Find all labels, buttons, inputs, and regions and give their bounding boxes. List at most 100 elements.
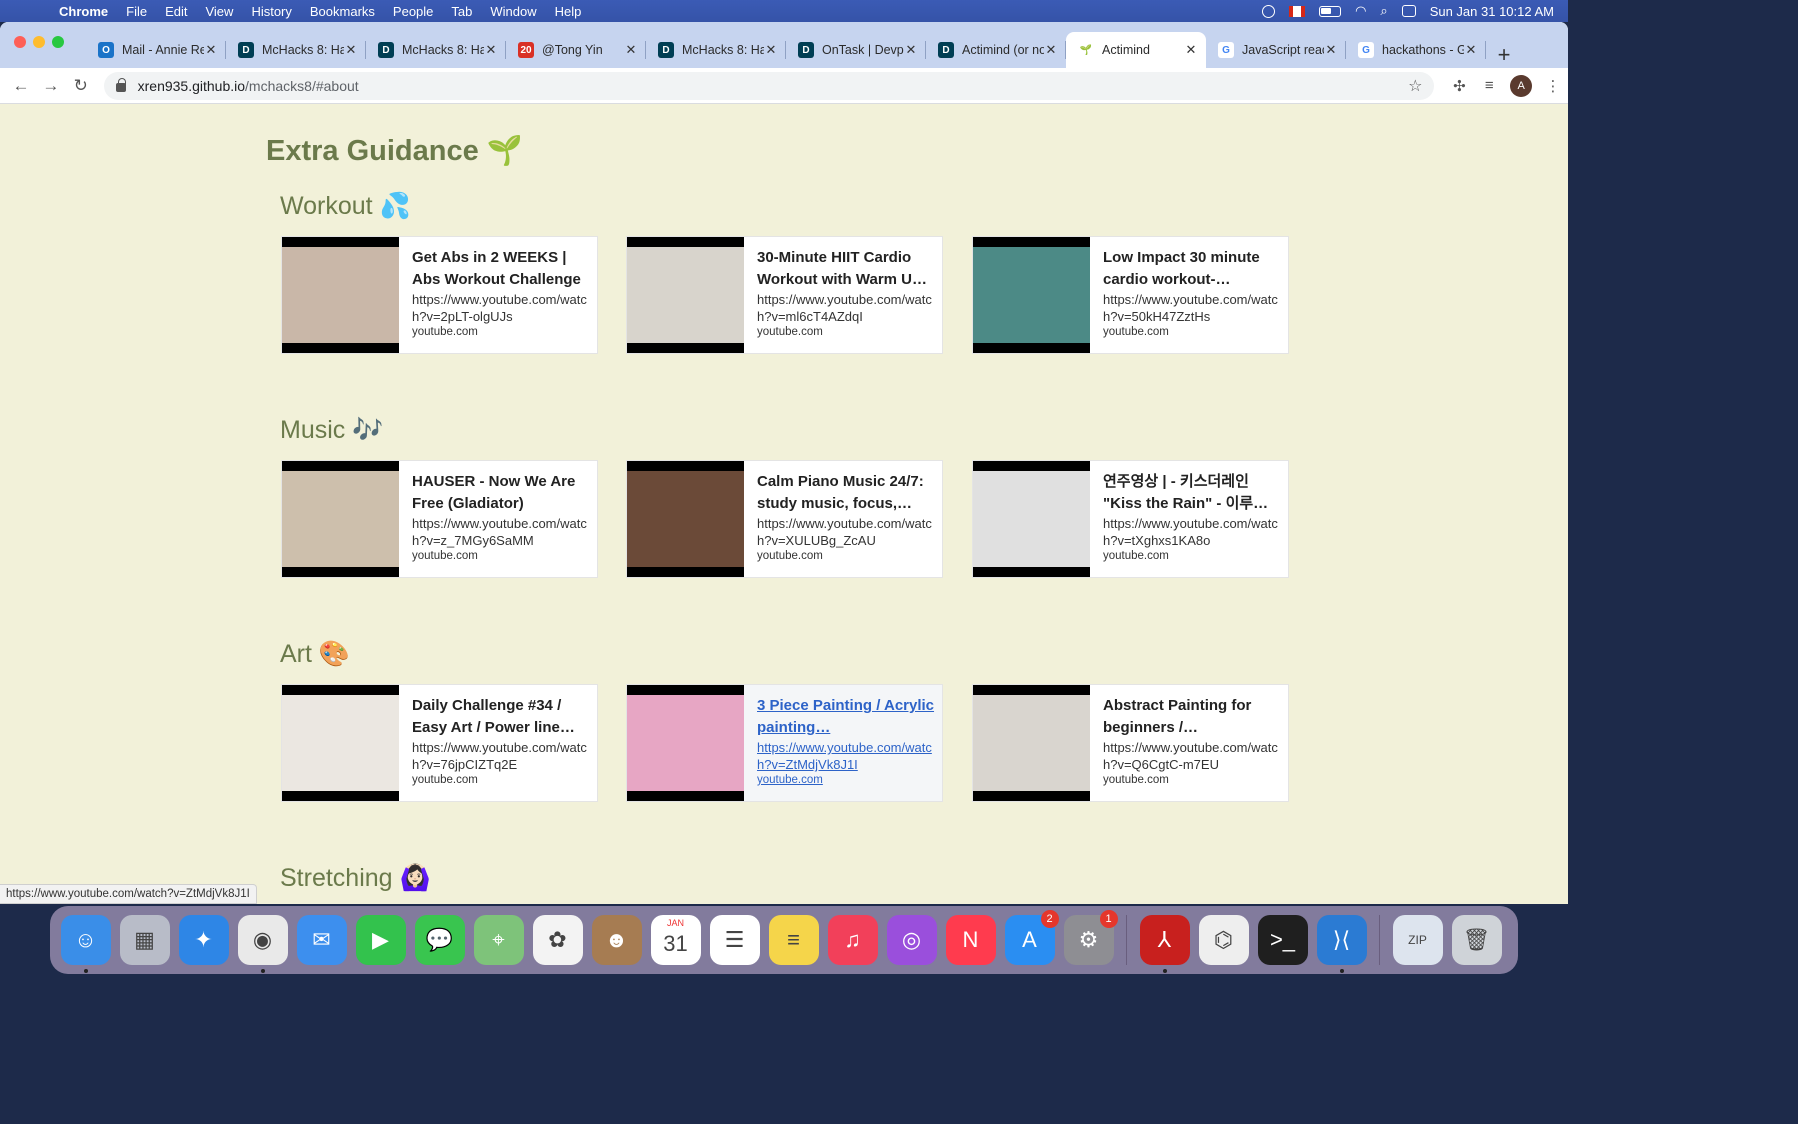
reload-icon[interactable]: ↻ <box>66 76 96 96</box>
screen-record-icon[interactable] <box>1262 4 1276 18</box>
photos-icon[interactable]: ✿ <box>532 915 583 965</box>
card-title[interactable]: 연주영상 | - 키스더레인 "Kiss the Rain" - 이루… <box>1103 471 1288 515</box>
calendar-icon[interactable]: 31 JAN <box>650 915 701 965</box>
menubar-clock[interactable]: Sun Jan 31 10:12 AM <box>1430 4 1554 19</box>
browser-tab[interactable]: D McHacks 8: Ha ✕ <box>646 32 786 68</box>
video-link-card[interactable]: HAUSER - Now We Are Free (Gladiator) http… <box>281 460 598 578</box>
close-window-button[interactable] <box>14 36 26 48</box>
close-tab-icon[interactable]: ✕ <box>344 42 358 58</box>
video-thumbnail[interactable] <box>282 237 399 353</box>
close-tab-icon[interactable]: ✕ <box>1464 42 1478 58</box>
video-link-card[interactable]: 30-Minute HIIT Cardio Workout with Warm … <box>626 236 943 354</box>
menu-file[interactable]: File <box>117 4 156 19</box>
zip-file-icon[interactable]: ZIP <box>1392 915 1443 965</box>
video-thumbnail[interactable] <box>282 685 399 801</box>
reminders-icon[interactable]: ☰ <box>709 915 760 965</box>
card-url[interactable]: https://www.youtube.com/watch?v=XULUBg_Z… <box>757 515 942 549</box>
video-link-card[interactable]: Low Impact 30 minute cardio workout-… htt… <box>972 236 1289 354</box>
close-tab-icon[interactable]: ✕ <box>1324 42 1338 58</box>
media-control-icon[interactable]: ≡ <box>1474 77 1504 94</box>
browser-tab[interactable]: O Mail - Annie Re ✕ <box>86 32 226 68</box>
video-link-card[interactable]: Daily Challenge #34 / Easy Art / Power l… <box>281 684 598 802</box>
notes-icon[interactable]: ≡ <box>768 915 819 965</box>
close-tab-icon[interactable]: ✕ <box>764 42 778 58</box>
lock-icon[interactable] <box>115 78 126 92</box>
chrome-icon[interactable]: ◉ <box>237 915 288 973</box>
forward-arrow-icon[interactable]: → <box>36 76 66 96</box>
more-menu-icon[interactable]: ⋮ <box>1538 77 1568 95</box>
card-title[interactable]: Abstract Painting for beginners /… <box>1103 695 1288 739</box>
back-arrow-icon[interactable]: ← <box>6 76 36 96</box>
safari-icon[interactable]: ✦ <box>178 915 229 965</box>
video-thumbnail[interactable] <box>627 461 744 577</box>
video-thumbnail[interactable] <box>973 685 1090 801</box>
app-store-icon[interactable]: A2 <box>1004 910 1059 965</box>
video-thumbnail[interactable] <box>627 685 744 801</box>
spotlight-search-icon[interactable]: ⌕ <box>1380 3 1387 19</box>
card-title[interactable]: Low Impact 30 minute cardio workout-… <box>1103 247 1288 291</box>
close-tab-icon[interactable]: ✕ <box>484 42 498 58</box>
menu-tab[interactable]: Tab <box>442 4 481 19</box>
terminal-icon[interactable]: >_ <box>1257 915 1308 965</box>
card-title[interactable]: 3 Piece Painting / Acrylic painting… <box>757 695 942 739</box>
card-url[interactable]: https://www.youtube.com/watch?v=50kH47Zz… <box>1103 291 1288 325</box>
browser-tab[interactable]: D McHacks 8: Ha ✕ <box>226 32 366 68</box>
video-thumbnail[interactable] <box>973 461 1090 577</box>
card-url[interactable]: https://www.youtube.com/watch?v=2pLT-olg… <box>412 291 597 325</box>
launchpad-icon[interactable]: ▦ <box>119 915 170 965</box>
card-url[interactable]: https://www.youtube.com/watch?v=z_7MGy6S… <box>412 515 597 549</box>
card-title[interactable]: Get Abs in 2 WEEKS | Abs Workout Challen… <box>412 247 597 291</box>
news-icon[interactable]: N <box>945 915 996 965</box>
close-tab-icon[interactable]: ✕ <box>1044 42 1058 58</box>
menu-view[interactable]: View <box>196 4 242 19</box>
close-tab-icon[interactable]: ✕ <box>904 42 918 58</box>
browser-tab[interactable]: G JavaScript reac ✕ <box>1206 32 1346 68</box>
facetime-icon[interactable]: ▶ <box>355 915 406 965</box>
bookmark-star-icon[interactable]: ☆ <box>1408 76 1422 96</box>
trash-icon[interactable]: 🗑 <box>1451 915 1502 965</box>
card-url[interactable]: https://www.youtube.com/watch?v=Q6CgtC-m… <box>1103 739 1288 773</box>
wifi-icon[interactable]: ◠ <box>1355 3 1366 19</box>
video-thumbnail[interactable] <box>627 237 744 353</box>
menu-edit[interactable]: Edit <box>156 4 196 19</box>
menu-app-name[interactable]: Chrome <box>50 4 117 19</box>
control-center-icon[interactable] <box>1401 5 1416 17</box>
card-title[interactable]: Calm Piano Music 24/7: study music, focu… <box>757 471 942 515</box>
contacts-icon[interactable]: ☻ <box>591 915 642 965</box>
podcasts-icon[interactable]: ◎ <box>886 915 937 965</box>
video-thumbnail[interactable] <box>973 237 1090 353</box>
menu-window[interactable]: Window <box>481 4 545 19</box>
address-bar[interactable]: xren935.github.io /mchacks8/#about ☆ <box>103 71 1435 100</box>
browser-tab[interactable]: D OnTask | Devpo ✕ <box>786 32 926 68</box>
battery-icon[interactable] <box>1319 5 1342 17</box>
video-link-card[interactable]: 연주영상 | - 키스더레인 "Kiss the Rain" - 이루… http… <box>972 460 1289 578</box>
card-url[interactable]: https://www.youtube.com/watch?v=76jpCIZT… <box>412 739 597 773</box>
minimize-window-button[interactable] <box>33 36 45 48</box>
vscode-icon[interactable]: ⟩⟨ <box>1316 915 1367 973</box>
archive-utility-icon[interactable]: ⌬ <box>1198 915 1249 965</box>
close-tab-icon[interactable]: ✕ <box>1184 42 1198 58</box>
mail-icon[interactable]: ✉ <box>296 915 347 965</box>
system-preferences-icon[interactable]: ⚙ 1 <box>1063 910 1118 965</box>
card-title[interactable]: HAUSER - Now We Are Free (Gladiator) <box>412 471 597 515</box>
maps-icon[interactable]: ⌖ <box>473 915 524 965</box>
card-url[interactable]: https://www.youtube.com/watch?v=ml6cT4AZ… <box>757 291 942 325</box>
browser-tab[interactable]: 🌱 Actimind ✕ <box>1066 32 1206 68</box>
input-source-flag-icon[interactable] <box>1289 5 1306 17</box>
video-link-card[interactable]: Abstract Painting for beginners /… https:… <box>972 684 1289 802</box>
close-tab-icon[interactable]: ✕ <box>204 42 218 58</box>
video-thumbnail[interactable] <box>282 461 399 577</box>
video-link-card[interactable]: 3 Piece Painting / Acrylic painting… http… <box>626 684 943 802</box>
finder-icon[interactable]: ☺ <box>60 915 111 973</box>
menu-history[interactable]: History <box>242 4 300 19</box>
extensions-puzzle-icon[interactable]: ✣ <box>1444 77 1474 95</box>
browser-tab[interactable]: D Actimind (or no ✕ <box>926 32 1066 68</box>
card-title[interactable]: 30-Minute HIIT Cardio Workout with Warm … <box>757 247 942 291</box>
video-link-card[interactable]: Get Abs in 2 WEEKS | Abs Workout Challen… <box>281 236 598 354</box>
video-link-card[interactable]: Calm Piano Music 24/7: study music, focu… <box>626 460 943 578</box>
close-tab-icon[interactable]: ✕ <box>624 42 638 58</box>
browser-tab[interactable]: 20 @Tong Yin ✕ <box>506 32 646 68</box>
menu-people[interactable]: People <box>384 4 442 19</box>
menu-bookmarks[interactable]: Bookmarks <box>301 4 384 19</box>
messages-icon[interactable]: 💬 <box>414 915 465 965</box>
